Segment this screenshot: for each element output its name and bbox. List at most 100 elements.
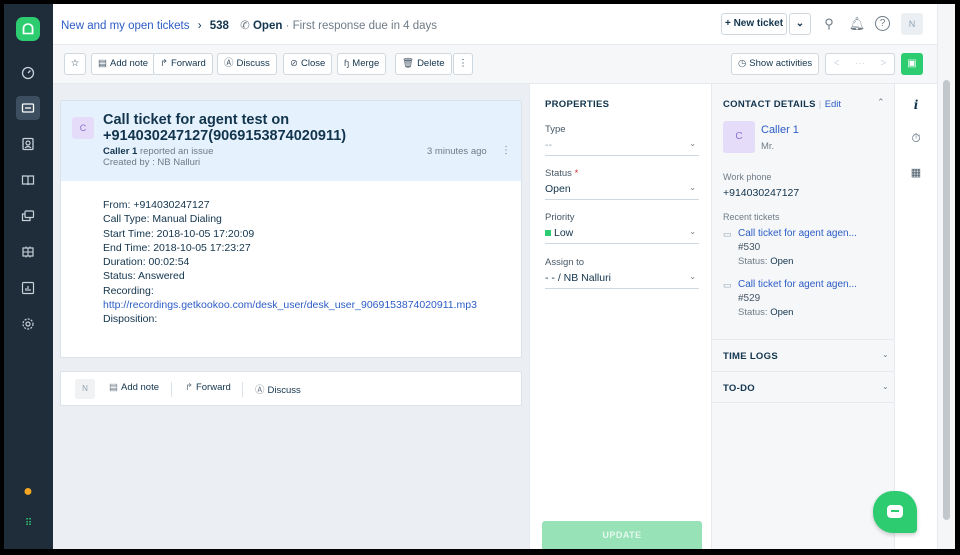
contact-name[interactable]: Caller 1 bbox=[761, 124, 799, 136]
ticket-subject-line-2: +914030247127(9069153874020911) bbox=[103, 128, 347, 144]
properties-panel: PROPERTIES Type -- ⌄ Status * Open ⌄ Pri… bbox=[529, 84, 712, 549]
todo-section[interactable]: TO-DO ⌄ bbox=[712, 371, 894, 403]
ticket-navigation: < ··· > bbox=[825, 53, 895, 75]
info-icon[interactable]: i bbox=[908, 98, 924, 114]
divider bbox=[171, 382, 172, 397]
merge-label: Merge bbox=[352, 58, 380, 69]
show-activities-label: Show activities bbox=[749, 58, 813, 69]
add-note-label: Add note bbox=[109, 58, 149, 69]
page-scrollbar[interactable] bbox=[937, 4, 955, 549]
contact-details-title: CONTACT DETAILS bbox=[723, 99, 816, 110]
show-activities-button[interactable]: ◷ Show activities bbox=[731, 53, 820, 75]
user-avatar[interactable]: N bbox=[901, 13, 923, 35]
ticket-list-icon[interactable]: ··· bbox=[855, 54, 865, 74]
chevron-down-icon: ⌄ bbox=[882, 350, 889, 359]
contact-avatar: C bbox=[723, 121, 755, 153]
discuss-icon: Ⓐ bbox=[224, 58, 234, 69]
reply-discuss-label: Discuss bbox=[267, 385, 301, 396]
help-icon[interactable]: ? bbox=[875, 16, 890, 31]
app-window: ᗝ ● ⠿ New and my open tickets › 538 ✆ Op… bbox=[4, 4, 955, 549]
recent-ticket-title[interactable]: Call ticket for agent agen... bbox=[738, 279, 857, 290]
reply-add-note-button[interactable]: ▤ Add note bbox=[109, 382, 159, 393]
next-ticket-icon[interactable]: > bbox=[880, 54, 886, 74]
delete-button[interactable]: 🗑︎ Delete bbox=[395, 53, 452, 75]
priority-value-wrap: Low bbox=[545, 227, 699, 243]
status-label: Status bbox=[545, 168, 572, 179]
recording-link[interactable]: http://recordings.getkookoo.com/desk_use… bbox=[103, 298, 483, 312]
chevron-down-icon: ⌄ bbox=[689, 139, 696, 148]
forums-icon[interactable] bbox=[16, 204, 40, 228]
body-status: Status: Answered bbox=[103, 270, 185, 283]
breadcrumb-view-link[interactable]: New and my open tickets bbox=[61, 20, 189, 32]
social-icon[interactable] bbox=[16, 240, 40, 264]
assign-to-field[interactable]: Assign to - - / NB Nalluri ⌄ bbox=[545, 257, 699, 289]
notifications-bell-icon[interactable]: 🔔︎ bbox=[848, 15, 866, 33]
merge-button[interactable]: ɧ Merge bbox=[337, 53, 387, 75]
add-note-button[interactable]: ▤ Add note bbox=[91, 53, 156, 75]
settings-icon[interactable] bbox=[16, 312, 40, 336]
contact-details-header: CONTACT DETAILS | Edit bbox=[723, 99, 841, 110]
assign-label: Assign to bbox=[545, 257, 585, 268]
chat-widget-button[interactable] bbox=[873, 491, 917, 533]
type-field[interactable]: Type -- ⌄ bbox=[545, 124, 699, 156]
ticket-subject: Call ticket for agent test on +914030247… bbox=[103, 112, 403, 144]
reply-forward-button[interactable]: ↱ Forward bbox=[185, 382, 231, 393]
work-phone-value: +914030247127 bbox=[723, 187, 800, 199]
reply-discuss-button[interactable]: Ⓐ Discuss bbox=[255, 382, 301, 396]
breadcrumb-separator-icon: › bbox=[197, 20, 202, 32]
body-end-time: End Time: 2018-10-05 17:23:27 bbox=[103, 241, 251, 254]
dashboard-icon[interactable] bbox=[16, 61, 40, 85]
edit-contact-link[interactable]: Edit bbox=[825, 99, 841, 110]
toggle-sidebar-icon[interactable]: ▣ bbox=[901, 53, 923, 75]
recent-ticket-item[interactable]: ▭ Call ticket for agent agen... #530 Sta… bbox=[723, 228, 888, 268]
forward-icon: ↱ bbox=[185, 382, 193, 393]
contact-details-panel: CONTACT DETAILS | Edit ⌃ C Caller 1 Mr. … bbox=[712, 84, 894, 549]
priority-field[interactable]: Priority Low ⌄ bbox=[545, 212, 699, 244]
right-rail: i ⏱︎ ▦ bbox=[894, 84, 937, 549]
recent-ticket-status: Status: Open bbox=[738, 256, 793, 267]
scrollbar-thumb[interactable] bbox=[943, 80, 950, 520]
recent-ticket-item[interactable]: ▭ Call ticket for agent agen... #529 Sta… bbox=[723, 279, 888, 319]
recent-ticket-status-value: Open bbox=[770, 256, 794, 267]
discuss-button[interactable]: Ⓐ Discuss bbox=[217, 53, 277, 75]
priority-dot bbox=[545, 230, 551, 237]
tickets-icon[interactable] bbox=[16, 96, 40, 120]
forward-label: Forward bbox=[170, 58, 206, 69]
forward-button[interactable]: ↱ Forward bbox=[153, 53, 213, 75]
new-ticket-button[interactable]: + New ticket bbox=[721, 13, 787, 35]
discuss-icon: Ⓐ bbox=[255, 385, 265, 396]
previous-ticket-icon[interactable]: < bbox=[834, 54, 840, 74]
freshdesk-logo-icon[interactable]: ᗝ bbox=[16, 17, 40, 41]
knowledge-base-icon[interactable] bbox=[16, 168, 40, 192]
merge-icon: ɧ bbox=[344, 58, 350, 69]
priority-label: Priority bbox=[545, 212, 575, 223]
todo-title: TO-DO bbox=[723, 383, 755, 394]
close-ticket-button[interactable]: ⊘ Close bbox=[283, 53, 333, 75]
timer-icon[interactable]: ⏱︎ bbox=[908, 131, 924, 147]
ticket-menu-icon[interactable]: ⋮ bbox=[501, 145, 511, 156]
assign-value: - - / NB Nalluri bbox=[545, 272, 611, 284]
status-field[interactable]: Status * Open ⌄ bbox=[545, 168, 699, 200]
body-from: From: +914030247127 bbox=[103, 199, 210, 211]
calendar-icon[interactable]: ▦ bbox=[908, 166, 924, 182]
requester-name[interactable]: Caller 1 bbox=[103, 146, 137, 157]
time-logs-title: TIME LOGS bbox=[723, 351, 778, 362]
star-icon[interactable]: ☆ bbox=[64, 53, 86, 75]
contacts-icon[interactable] bbox=[16, 132, 40, 156]
recent-tickets-label: Recent tickets bbox=[723, 212, 780, 222]
new-ticket-dropdown-chevron-down-icon[interactable]: ⌄ bbox=[789, 13, 811, 35]
reports-icon[interactable] bbox=[16, 276, 40, 300]
recent-ticket-title[interactable]: Call ticket for agent agen... bbox=[738, 228, 857, 239]
time-logs-section[interactable]: TIME LOGS ⌄ bbox=[712, 339, 894, 371]
left-navigation: ᗝ ● ⠿ bbox=[4, 4, 53, 549]
search-icon[interactable]: ⚲ bbox=[820, 15, 838, 33]
app-switcher-icon[interactable]: ⠿ bbox=[16, 512, 40, 536]
update-button[interactable]: UPDATE bbox=[542, 521, 702, 549]
chat-icon bbox=[887, 505, 903, 518]
ticket-status-header: ✆ Open · First response due in 4 days bbox=[240, 20, 437, 32]
profile-badge-icon[interactable]: ● bbox=[16, 480, 40, 504]
reply-add-note-label: Add note bbox=[120, 382, 160, 393]
chevron-up-icon[interactable]: ⌃ bbox=[877, 97, 885, 108]
due-text: · First response due in 4 days bbox=[285, 20, 438, 32]
more-options-icon[interactable]: ⋮ bbox=[453, 53, 473, 75]
